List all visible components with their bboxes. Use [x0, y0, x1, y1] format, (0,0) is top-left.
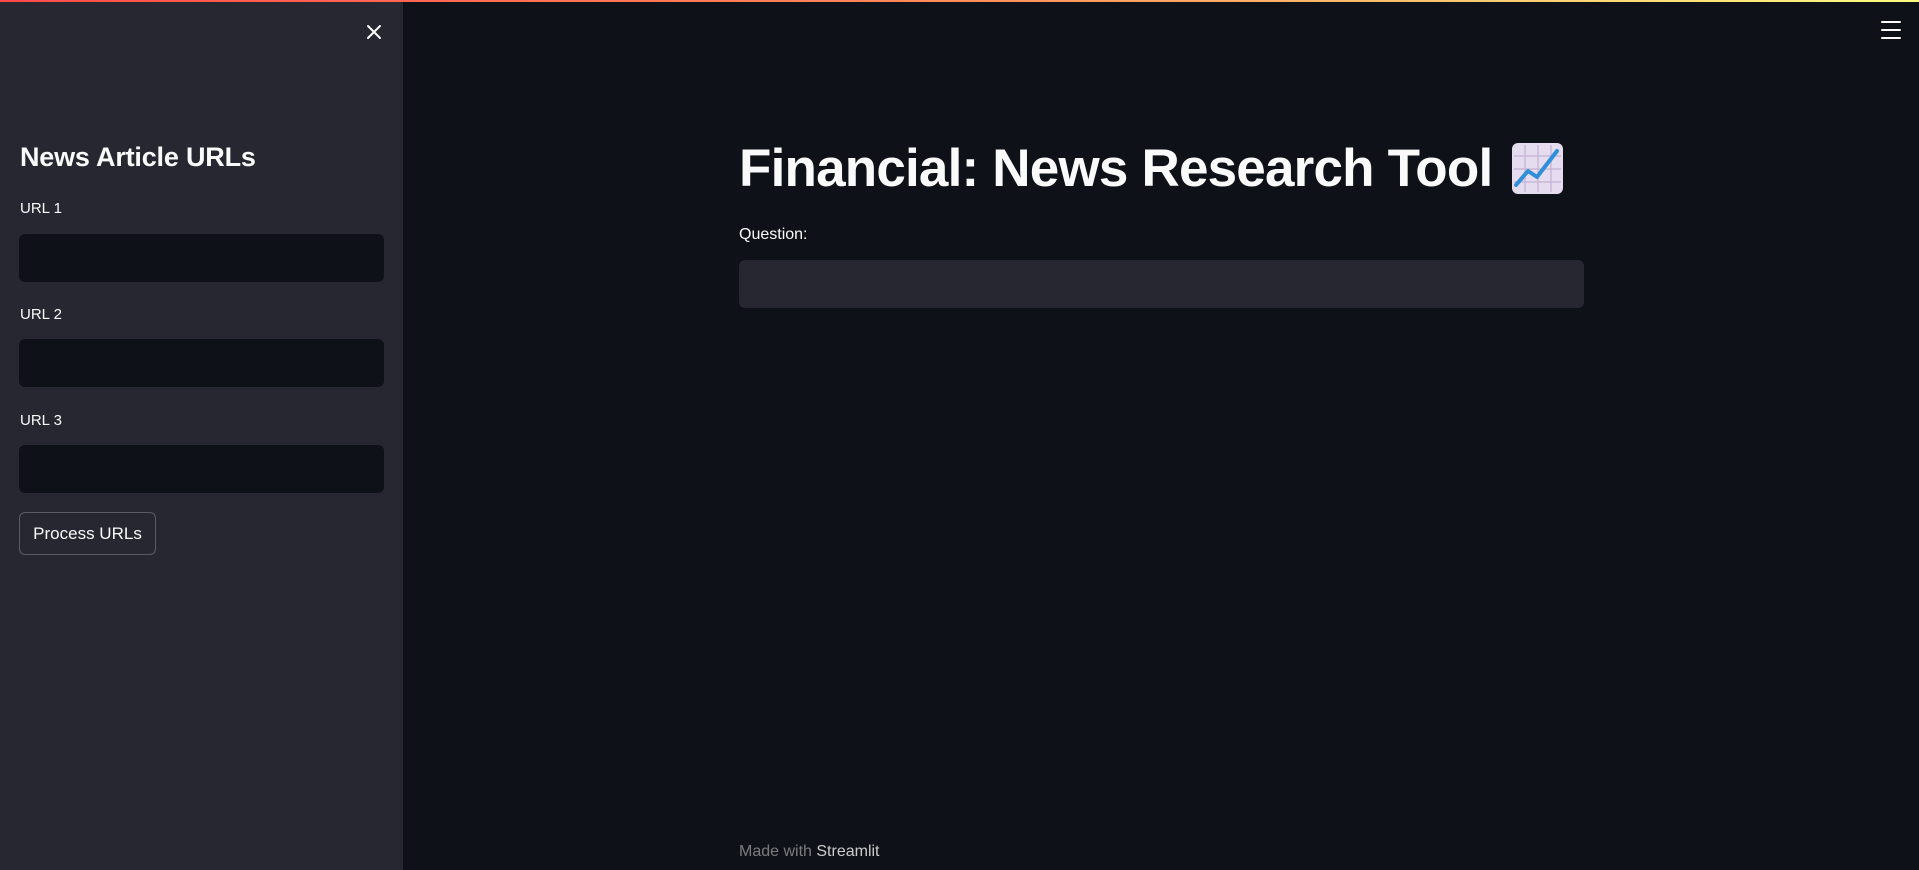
hamburger-icon-line	[1881, 29, 1901, 31]
page-title: Financial: News Research Tool	[739, 138, 1565, 199]
sidebar: News Article URLs URL 1 URL 2 URL 3 Proc…	[0, 0, 403, 870]
url-3-input[interactable]	[19, 445, 384, 493]
question-input[interactable]	[739, 260, 1584, 308]
url-2-input[interactable]	[19, 339, 384, 387]
url-2-label: URL 2	[20, 306, 62, 323]
streamlit-link[interactable]: Streamlit	[816, 843, 879, 860]
question-label: Question:	[739, 226, 808, 243]
url-1-label: URL 1	[20, 200, 62, 217]
url-1-input[interactable]	[19, 234, 384, 282]
hamburger-icon	[1881, 21, 1901, 23]
url-3-label: URL 3	[20, 412, 62, 429]
close-sidebar-button[interactable]	[362, 20, 386, 44]
top-decoration-bar	[0, 0, 1919, 2]
process-urls-button[interactable]: Process URLs	[19, 512, 156, 555]
hamburger-icon-line	[1881, 37, 1901, 39]
close-icon	[367, 25, 381, 39]
page-title-text: Financial: News Research Tool	[739, 139, 1493, 198]
main-menu-button[interactable]	[1881, 20, 1903, 40]
footer-prefix: Made with	[739, 843, 812, 860]
sidebar-title: News Article URLs	[20, 142, 256, 172]
footer: Made with Streamlit	[739, 843, 880, 861]
chart-increasing-icon	[1510, 141, 1565, 196]
